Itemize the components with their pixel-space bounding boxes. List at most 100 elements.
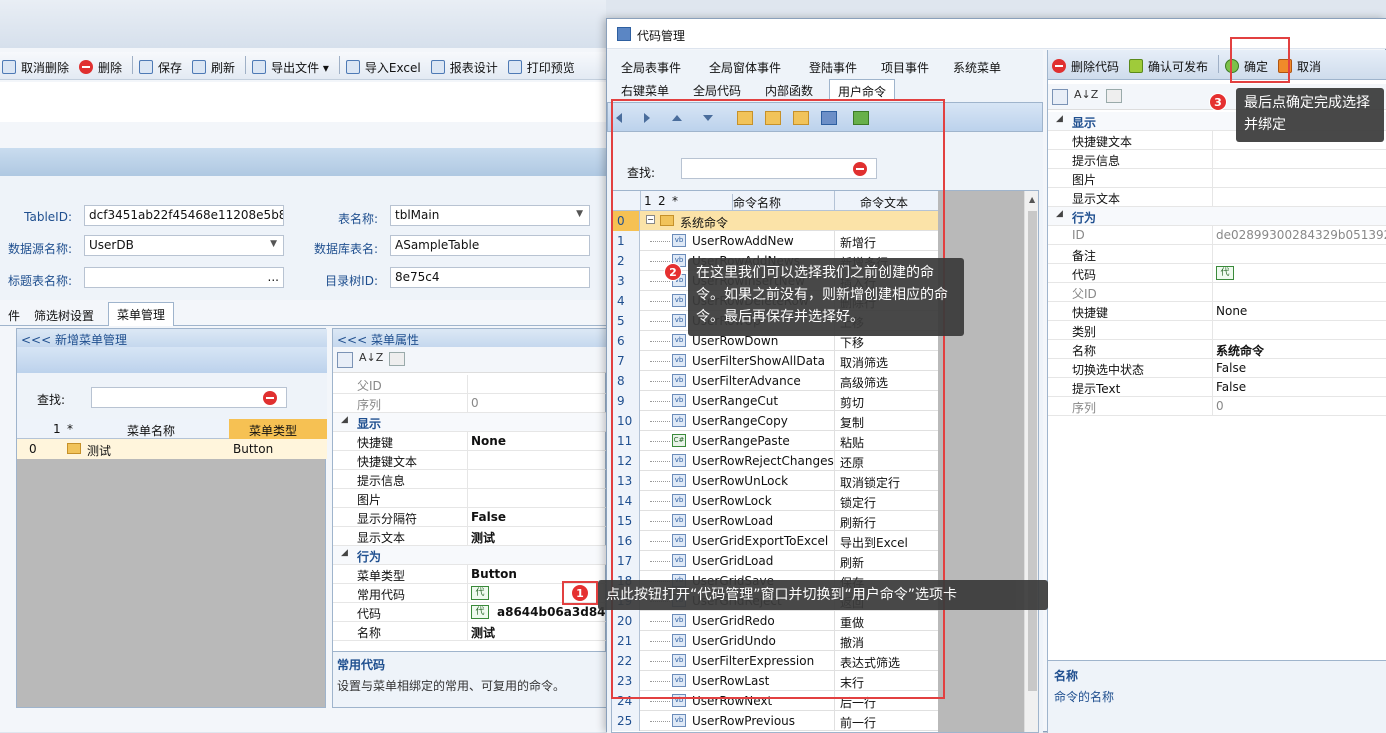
prop-row[interactable]: 图片 bbox=[1048, 169, 1386, 188]
menu-item-name: 测试 bbox=[87, 444, 112, 458]
prop-row[interactable]: 父ID bbox=[333, 375, 607, 394]
prop-row[interactable]: 切换选中状态 False bbox=[1048, 359, 1386, 378]
prop-row[interactable]: 快捷键 None bbox=[1048, 302, 1386, 321]
categorized-icon[interactable] bbox=[337, 352, 353, 368]
delete-button[interactable]: 删除 bbox=[79, 57, 122, 77]
menu-props-grid: 父ID 序列 0 ◢ 显示 快捷键 None 快捷键文本 提示信息 图片 显示分隔符 False 显示文… bbox=[333, 375, 1344, 649]
property-pages-icon[interactable] bbox=[389, 352, 405, 366]
tableid-input[interactable]: dcf3451ab22f45468e11208e5b84f bbox=[84, 205, 284, 226]
prop-row[interactable]: 代码 代 bbox=[1048, 264, 1386, 283]
prop-divider bbox=[1212, 283, 1213, 302]
tab-tabs_row1-3[interactable]: 项目事件 bbox=[873, 56, 937, 78]
tab-tabs_row1-1[interactable]: 全局窗体事件 bbox=[701, 56, 789, 78]
vertical-scrollbar[interactable]: ▲ bbox=[1024, 191, 1038, 732]
prop-row[interactable]: 父ID bbox=[1048, 283, 1386, 302]
main-window: 取消删除 删除 保存 刷新 导出文件 ▾ 导入Excel 报表设计 打印预览 TableID:… bbox=[0, 0, 1344, 732]
prop-value: 0 bbox=[1216, 399, 1224, 413]
prop-row[interactable]: 快捷键 None bbox=[333, 432, 607, 451]
prop-row[interactable]: 名称 系统命令 bbox=[1048, 340, 1386, 359]
tab-tabs_row1-0[interactable]: 全局表事件 bbox=[613, 56, 689, 78]
prop-row[interactable]: ID de02899300284329b051392b bbox=[1048, 226, 1386, 245]
collapse-icon[interactable]: ◢ bbox=[1056, 114, 1063, 124]
step-badge-3: 3 bbox=[1209, 93, 1227, 111]
prop-row[interactable]: 图片 bbox=[333, 489, 607, 508]
tab-filter-tree[interactable]: 筛选树设置 bbox=[26, 304, 102, 326]
prop-row[interactable]: 提示信息 bbox=[333, 470, 607, 489]
clear-icon[interactable] bbox=[263, 391, 277, 405]
prop-key: 父ID bbox=[1072, 287, 1097, 301]
tab-menu-management[interactable]: 菜单管理 bbox=[108, 302, 175, 326]
prop-row[interactable]: 备注 bbox=[1048, 245, 1386, 264]
prop-value: False bbox=[1216, 361, 1247, 375]
prop-divider bbox=[1212, 321, 1213, 340]
prop-row[interactable]: 序列 0 bbox=[333, 394, 607, 413]
table-name-select[interactable]: tblMain ▼ bbox=[390, 205, 590, 226]
undo-delete-button[interactable]: 取消删除 bbox=[2, 57, 69, 77]
tree-line bbox=[650, 721, 670, 722]
prop-row[interactable]: 提示Text False bbox=[1048, 378, 1386, 397]
tree-line bbox=[650, 701, 670, 702]
prop-key: 序列 bbox=[1072, 401, 1097, 415]
collapse-icon[interactable]: ◢ bbox=[341, 415, 348, 425]
sort-az-icon[interactable]: A↓Z bbox=[359, 351, 383, 364]
datasource-select[interactable]: UserDB ▼ bbox=[84, 235, 284, 256]
prop-row[interactable]: 提示信息 bbox=[1048, 150, 1386, 169]
tab-tabs_row2-0[interactable]: 右键菜单 bbox=[613, 79, 677, 101]
tab-partial[interactable]: 件 bbox=[0, 304, 28, 326]
table-row[interactable]: 25 vb UserRowPrevious 前一行 bbox=[612, 711, 938, 731]
col-menu-type-label: 菜单类型 bbox=[249, 424, 298, 438]
tab-tabs_row1-2[interactable]: 登陆事件 bbox=[801, 56, 865, 78]
dialog-right: 删除代码 确认可发布 确定 取消 A↓Z ◢ 显示 快捷键文本 提示信息 图片 显示文本 ◢ 行为 I… bbox=[1047, 50, 1386, 733]
menu-search-input[interactable] bbox=[91, 387, 287, 408]
col-menu-type[interactable]: 菜单类型 bbox=[229, 419, 327, 439]
tab-tabs_row2-2[interactable]: 内部函数 bbox=[757, 79, 821, 101]
import-excel-icon bbox=[345, 60, 360, 74]
prop-divider bbox=[467, 508, 468, 527]
db-table-input[interactable]: ASampleTable bbox=[390, 235, 590, 256]
sort-az-icon[interactable]: A↓Z bbox=[1074, 88, 1098, 101]
delete-code-button[interactable]: 删除代码 bbox=[1052, 56, 1119, 76]
print-preview-button[interactable]: 打印预览 bbox=[507, 57, 575, 77]
prop-row[interactable]: 显示文本 bbox=[1048, 188, 1386, 207]
main-toolbar: 取消删除 删除 保存 刷新 导出文件 ▾ 导入Excel 报表设计 打印预览 bbox=[0, 52, 606, 80]
property-pages-icon[interactable] bbox=[1106, 89, 1122, 103]
prop-key: 提示信息 bbox=[357, 474, 406, 488]
prop-divider bbox=[1212, 359, 1213, 378]
tab-tabs_row1-4[interactable]: 系统菜单 bbox=[945, 56, 1009, 78]
tabs-row-1: 全局表事件 全局窗体事件 登陆事件 项目事件 系统菜单 bbox=[613, 56, 1043, 78]
dir-id-input[interactable]: 8e75c4 bbox=[390, 267, 590, 288]
collapse-icon[interactable]: ◢ bbox=[341, 548, 348, 558]
command-name: UserRowPrevious bbox=[692, 714, 796, 728]
scroll-thumb[interactable] bbox=[1028, 211, 1037, 691]
menu-grid-row[interactable]: 0 测试 Button bbox=[17, 439, 327, 459]
prop-row[interactable]: 快捷键文本 bbox=[333, 451, 607, 470]
col-menu-name[interactable]: 菜单名称 bbox=[127, 422, 175, 439]
title-table-input[interactable]: ... bbox=[84, 267, 284, 288]
scroll-up-icon[interactable]: ▲ bbox=[1029, 195, 1035, 204]
prop-key: 代码 bbox=[357, 607, 382, 621]
toolbar-label: 保存 bbox=[158, 60, 183, 75]
prop-key: 名称 bbox=[357, 626, 382, 640]
prop-key: 名称 bbox=[1072, 344, 1097, 358]
save-button[interactable]: 保存 bbox=[139, 57, 182, 77]
prop-row[interactable]: 显示分隔符 False bbox=[333, 508, 607, 527]
prop-row[interactable]: 类别 bbox=[1048, 321, 1386, 340]
prop-row[interactable]: 名称 测试 bbox=[333, 622, 607, 641]
confirm-publish-button[interactable]: 确认可发布 bbox=[1129, 56, 1208, 76]
main-blank-band bbox=[0, 82, 606, 122]
prop-row[interactable]: 序列 0 bbox=[1048, 397, 1386, 416]
prop-divider bbox=[467, 470, 468, 489]
categorized-icon[interactable] bbox=[1052, 89, 1068, 105]
import-excel-button[interactable]: 导入Excel bbox=[345, 57, 421, 77]
prop-row[interactable]: 代码代 a8644b06a3d8471 bbox=[333, 603, 622, 622]
collapse-icon[interactable]: ◢ bbox=[1056, 209, 1063, 219]
prop-divider bbox=[467, 565, 468, 584]
tabs-row-2: 右键菜单 全局代码 内部函数 用户命令 bbox=[613, 79, 1043, 101]
tab-tabs_row2-1[interactable]: 全局代码 bbox=[685, 79, 749, 101]
prop-row[interactable]: 显示文本 测试 bbox=[333, 527, 607, 546]
tab-tabs_row2-3[interactable]: 用户命令 bbox=[829, 79, 896, 101]
menu-props-title: <<< 菜单属性 bbox=[333, 329, 607, 347]
refresh-button[interactable]: 刷新 bbox=[192, 57, 235, 77]
report-design-button[interactable]: 报表设计 bbox=[430, 57, 498, 77]
export-file-button[interactable]: 导出文件 ▾ bbox=[252, 57, 329, 77]
